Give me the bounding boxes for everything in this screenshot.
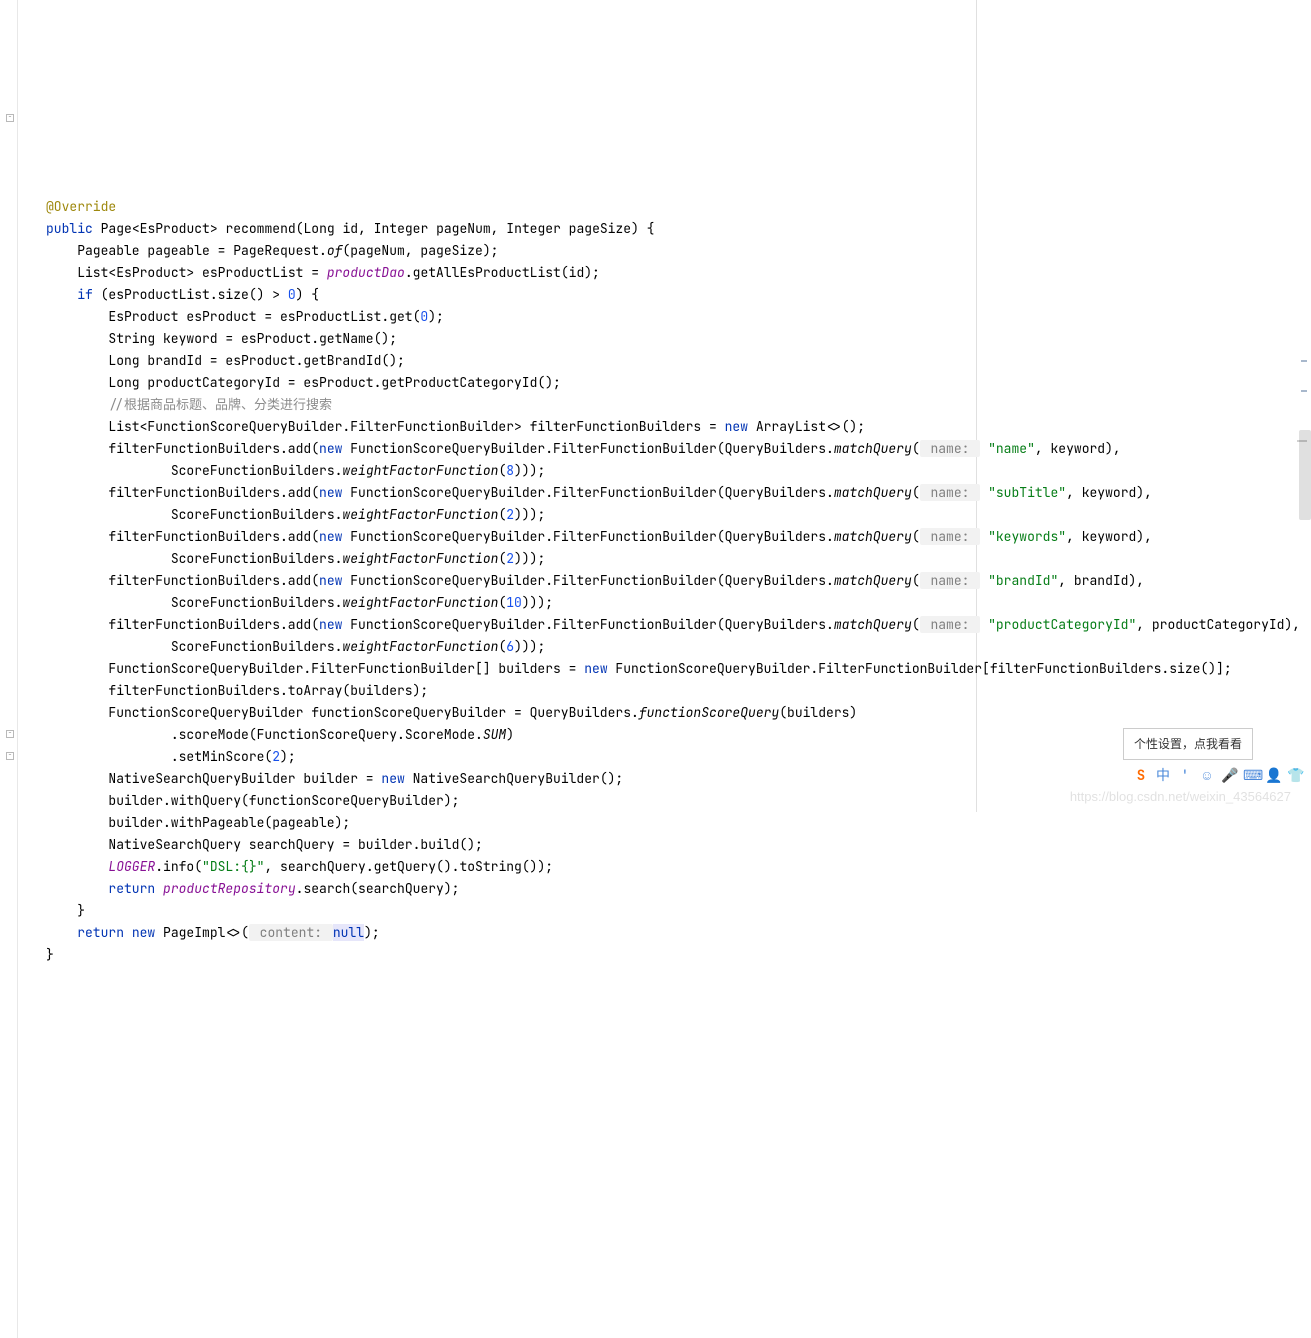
ime-user-icon[interactable]: 👤 bbox=[1265, 768, 1281, 784]
settings-popup[interactable]: 个性设置，点我看看 bbox=[1123, 728, 1253, 760]
popup-text: 个性设置，点我看看 bbox=[1134, 737, 1242, 751]
sogou-logo-icon[interactable]: S bbox=[1133, 768, 1149, 784]
ime-emoji-icon[interactable]: ☺ bbox=[1199, 768, 1215, 784]
ime-lang-icon[interactable]: 中 bbox=[1155, 768, 1171, 784]
watermark-text: https://blog.csdn.net/weixin_43564627 bbox=[1070, 786, 1291, 808]
ime-toolbar[interactable]: S 中 ' ☺ 🎤 ⌨ 👤 👕 bbox=[1133, 768, 1303, 784]
ime-skin-icon[interactable]: 👕 bbox=[1287, 768, 1303, 784]
ime-punct-icon[interactable]: ' bbox=[1177, 768, 1193, 784]
scrollbar-thumb[interactable] bbox=[1299, 430, 1311, 520]
ime-mic-icon[interactable]: 🎤 bbox=[1221, 768, 1237, 784]
annotation: @Override bbox=[46, 198, 116, 215]
code-editor[interactable]: @Override public Page<EsProduct> recomme… bbox=[0, 176, 1311, 986]
fold-marker-icon[interactable]: − bbox=[6, 114, 14, 122]
error-stripe[interactable] bbox=[1293, 0, 1309, 812]
ime-keyboard-icon[interactable]: ⌨ bbox=[1243, 768, 1259, 784]
